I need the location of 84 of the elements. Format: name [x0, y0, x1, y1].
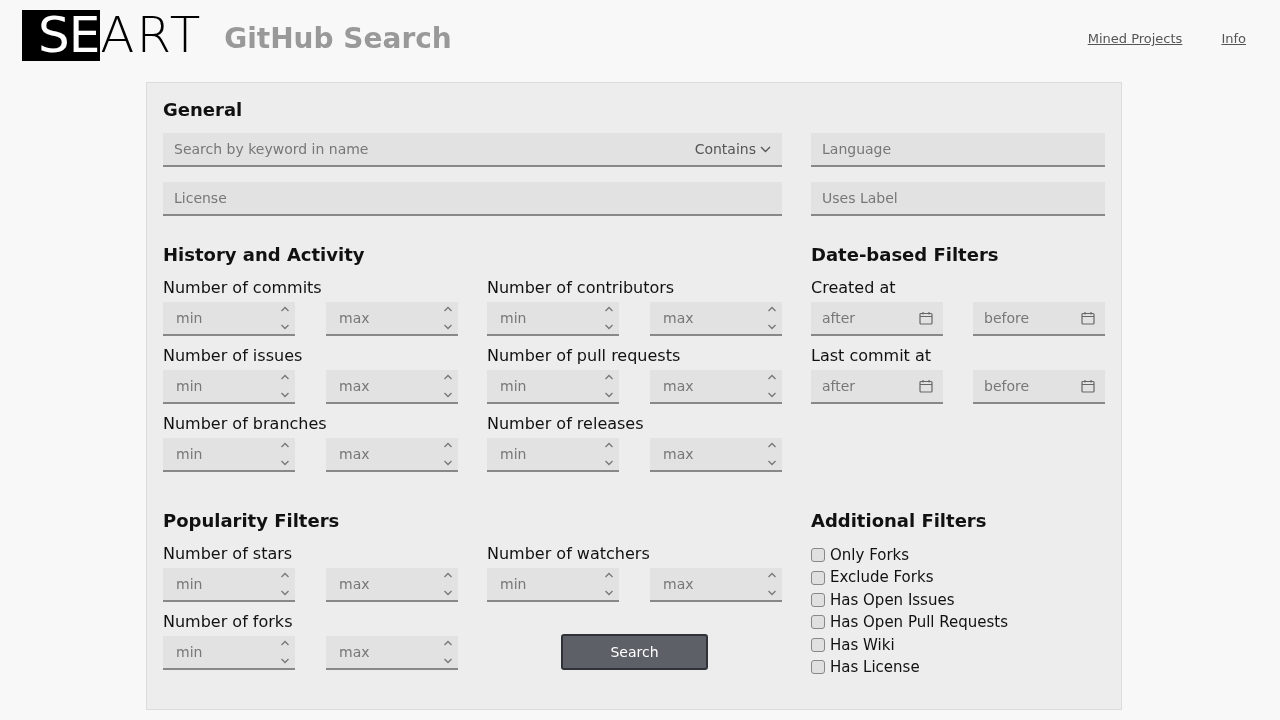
date-field[interactable]: before: [973, 302, 1105, 336]
number-field[interactable]: max: [650, 438, 782, 472]
number-field[interactable]: max: [650, 302, 782, 336]
checkbox-label: Has Open Issues: [830, 589, 955, 611]
number-field[interactable]: min: [163, 636, 295, 670]
spinner-icon[interactable]: [280, 305, 290, 331]
checkbox[interactable]: [811, 615, 825, 630]
field-label: Number of releases: [487, 414, 645, 434]
spinner-icon[interactable]: [767, 441, 777, 467]
section-heading: History and Activity: [163, 243, 366, 267]
number-field[interactable]: max: [650, 370, 782, 404]
checkbox[interactable]: [811, 570, 825, 585]
number-field[interactable]: max: [650, 568, 782, 602]
checkbox[interactable]: [811, 548, 825, 563]
number-field[interactable]: min: [487, 568, 619, 602]
number-field[interactable]: max: [326, 438, 458, 472]
checkbox-label: Only Forks: [830, 544, 910, 566]
spinner-icon[interactable]: [280, 571, 290, 597]
number-field[interactable]: min: [487, 438, 619, 472]
field-label: Number of issues: [163, 346, 304, 366]
calendar-icon[interactable]: [919, 379, 933, 393]
keyword-search-field[interactable]: Search by keyword in name Contains: [163, 133, 782, 167]
spinner-icon[interactable]: [767, 571, 777, 597]
section-heading: Additional Filters: [811, 509, 988, 533]
field-label: Number of pull requests: [487, 346, 682, 366]
checkbox[interactable]: [811, 660, 825, 675]
field-label: Created at: [811, 278, 897, 298]
number-field[interactable]: max: [326, 370, 458, 404]
number-field[interactable]: min: [163, 438, 295, 472]
date-field[interactable]: after: [811, 302, 943, 336]
section-heading: Date-based Filters: [811, 243, 1000, 267]
section-heading: General: [163, 98, 244, 122]
spinner-icon[interactable]: [443, 373, 453, 399]
spinner-icon[interactable]: [443, 639, 453, 665]
spinner-icon[interactable]: [604, 305, 614, 331]
match-mode-dropdown[interactable]: Contains: [694, 138, 771, 160]
spinner-icon[interactable]: [280, 639, 290, 665]
section-heading: Popularity Filters: [163, 509, 341, 533]
spinner-icon[interactable]: [604, 441, 614, 467]
number-field[interactable]: min: [163, 302, 295, 336]
spinner-icon[interactable]: [443, 441, 453, 467]
field-label: Number of stars: [163, 544, 294, 564]
nav-link[interactable]: Mined Projects: [1087, 29, 1183, 49]
field-label: Number of contributors: [487, 278, 676, 298]
license-field[interactable]: License: [163, 182, 782, 216]
checkbox[interactable]: [811, 592, 825, 607]
nav-link[interactable]: Info: [1221, 29, 1246, 49]
language-field[interactable]: Language: [811, 133, 1105, 167]
logo-text: ART: [100, 9, 203, 61]
number-field[interactable]: max: [326, 568, 458, 602]
number-field[interactable]: min: [163, 370, 295, 404]
spinner-icon[interactable]: [604, 373, 614, 399]
number-field[interactable]: min: [487, 370, 619, 404]
calendar-icon[interactable]: [919, 311, 933, 325]
spinner-icon[interactable]: [280, 441, 290, 467]
date-field[interactable]: before: [973, 370, 1105, 404]
logo-text: SE: [22, 9, 101, 61]
checkbox[interactable]: [811, 637, 825, 652]
calendar-icon[interactable]: [1081, 379, 1095, 393]
checkbox-label: Exclude Forks: [830, 567, 934, 589]
spinner-icon[interactable]: [443, 571, 453, 597]
label-field[interactable]: Uses Label: [811, 182, 1105, 216]
field-label: Number of commits: [163, 278, 323, 298]
site-title: GitHub Search: [224, 21, 452, 57]
field-label: Last commit at: [811, 346, 933, 366]
spinner-icon[interactable]: [280, 373, 290, 399]
date-field[interactable]: after: [811, 370, 943, 404]
spinner-icon[interactable]: [604, 571, 614, 597]
field-label: Number of branches: [163, 414, 328, 434]
number-field[interactable]: min: [487, 302, 619, 336]
checkbox-label: Has License: [830, 656, 920, 678]
caret-icon: [760, 145, 771, 153]
search-button[interactable]: Search: [561, 634, 708, 670]
field-label: Number of watchers: [487, 544, 651, 564]
field-label: Number of forks: [163, 612, 294, 632]
calendar-icon[interactable]: [1081, 311, 1095, 325]
number-field[interactable]: min: [163, 568, 295, 602]
number-field[interactable]: max: [326, 302, 458, 336]
spinner-icon[interactable]: [767, 373, 777, 399]
checkbox-label: Has Open Pull Requests: [830, 612, 1009, 634]
spinner-icon[interactable]: [767, 305, 777, 331]
spinner-icon[interactable]: [443, 305, 453, 331]
checkbox-label: Has Wiki: [830, 634, 895, 656]
number-field[interactable]: max: [326, 636, 458, 670]
